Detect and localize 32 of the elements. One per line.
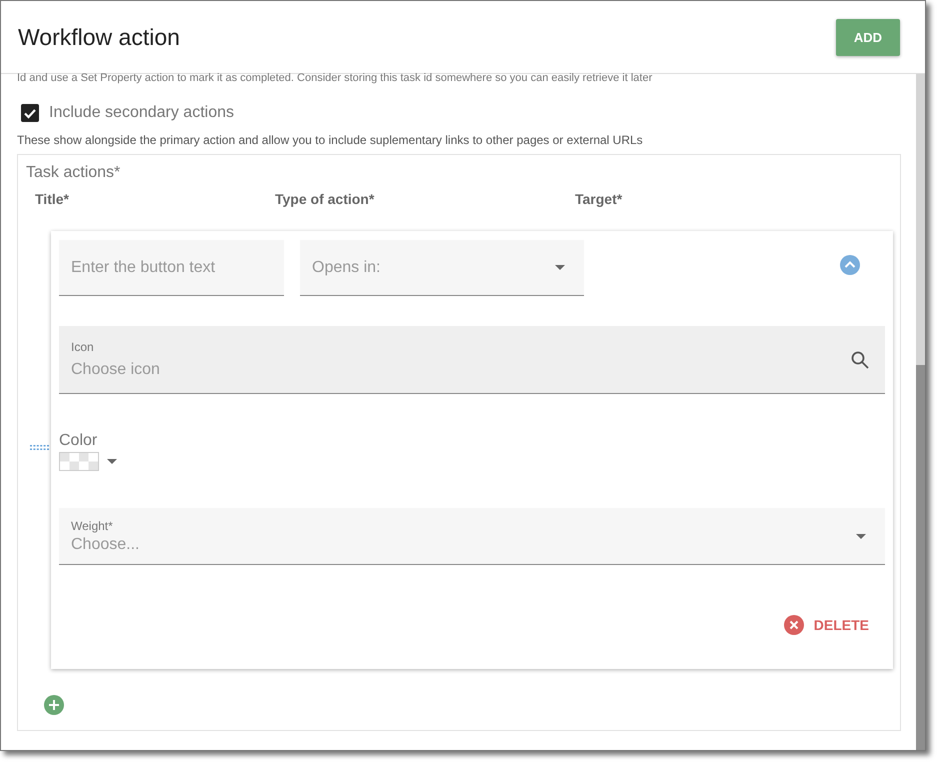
scrollbar-thumb[interactable]: [916, 365, 925, 750]
dropdown-caret-icon: [555, 265, 565, 270]
scrollbar[interactable]: [916, 74, 925, 750]
color-label: Color: [59, 432, 98, 450]
field-label: Weight*: [71, 518, 114, 532]
close-icon: [784, 615, 804, 635]
column-header: Type of action*: [275, 191, 376, 207]
icon-field[interactable]: Icon Choose icon: [59, 326, 885, 394]
add-icon[interactable]: [44, 695, 64, 715]
add-button[interactable]: ADD: [836, 18, 900, 56]
dropdown-caret-icon: [107, 459, 117, 464]
expand-toggle-icon[interactable]: [840, 255, 860, 275]
field-label: Icon: [71, 340, 95, 354]
description-text: These show alongside the primary action and allow you to include suplementary links to other pages or external URLs: [17, 133, 644, 147]
weight-select-field[interactable]: Weight* Choose...: [59, 508, 885, 565]
type-select-field[interactable]: Opens in:: [300, 240, 584, 296]
drag-handle-icon[interactable]: [30, 445, 49, 450]
column-header: Target*: [575, 191, 622, 207]
intro-text: Id and use a Set Property action to mark it as completed. Consider storing this task id somewhere so you can easily retrieve it later: [17, 74, 654, 83]
title-input-field[interactable]: Enter the button text: [59, 240, 284, 296]
field-placeholder: Choose...: [71, 536, 140, 554]
delete-button[interactable]: DELETE: [784, 615, 869, 635]
select-placeholder: Opens in:: [312, 258, 380, 276]
search-icon: [851, 350, 869, 368]
checkbox[interactable]: [21, 104, 39, 122]
color-swatch[interactable]: [59, 452, 99, 471]
field-placeholder: Choose icon: [71, 361, 160, 379]
column-header: Title*: [35, 191, 70, 207]
panel-label: Task actions*: [26, 164, 122, 182]
dialog-title: Workflow action: [18, 24, 180, 50]
dropdown-caret-icon: [856, 534, 866, 538]
checkbox-label: Include secondary actions: [49, 104, 234, 122]
